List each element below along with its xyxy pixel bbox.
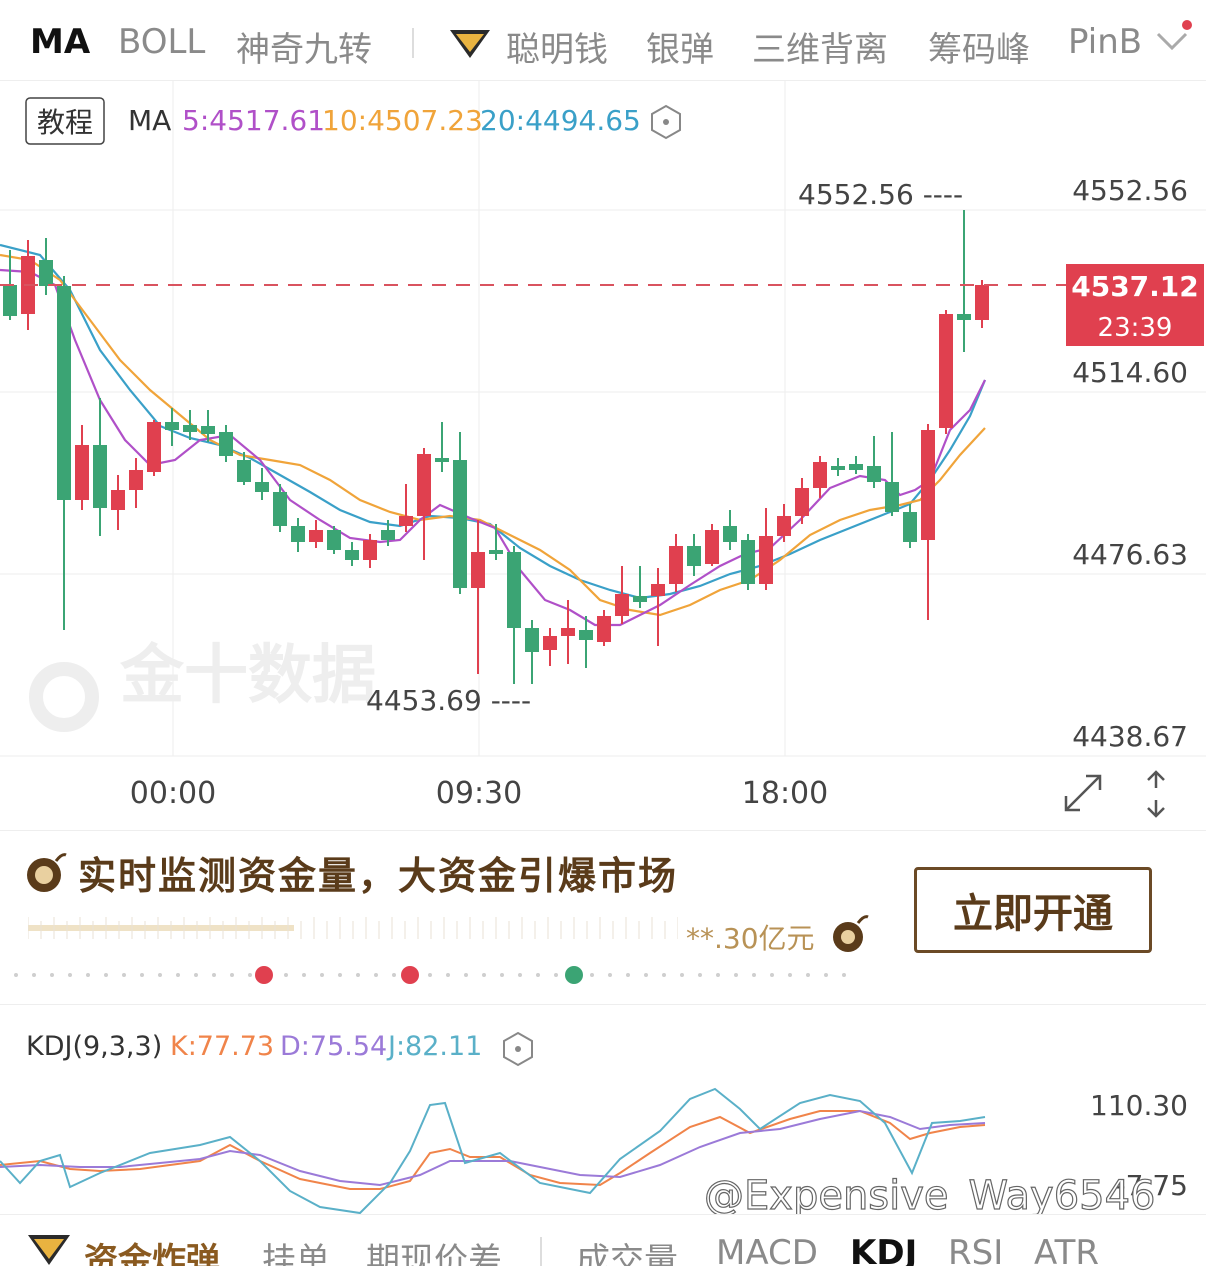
bomb-small-icon <box>833 915 869 952</box>
high-price-marker: 4552.56 ---- <box>798 178 963 211</box>
chevron-down-icon[interactable] <box>1154 30 1190 54</box>
tab-macd[interactable]: MACD <box>716 1233 818 1266</box>
diamond-icon-bottom <box>28 1235 70 1265</box>
tab-boll[interactable]: BOLL <box>118 22 205 62</box>
activate-now-button[interactable]: 立即开通 <box>914 867 1152 953</box>
candlestick-chart[interactable]: 金十数据 教程 MA 5:4517.61 10:4507.23 20:4494.… <box>0 80 1206 760</box>
fund-amount: **.30亿元 <box>686 922 815 955</box>
tab-3d-divergence[interactable]: 三维背离 <box>752 22 888 71</box>
diamond-icon <box>450 30 490 58</box>
bottom-divider <box>540 1237 542 1266</box>
tab-atr[interactable]: ATR <box>1034 1233 1099 1266</box>
time-label-3: 18:00 <box>741 776 829 811</box>
price-label-1: 4552.56 <box>1072 174 1188 207</box>
time-label-2: 09:30 <box>435 776 523 811</box>
user-watermark: @Expensive_Way6546 <box>704 1173 1156 1215</box>
ma20-value: 20:4494.65 <box>480 104 641 137</box>
brand-watermark-icon <box>29 662 99 732</box>
tab-divider <box>412 28 414 58</box>
indicator-tab-bar: MA BOLL 神奇九转 聪明钱 银弹 三维背离 筹码峰 PinB <box>0 0 1206 81</box>
tab-magic-nine[interactable]: 神奇九转 <box>236 22 372 71</box>
countdown-text: 23:39 <box>1098 313 1173 343</box>
kdj-settings-icon[interactable] <box>503 1031 533 1067</box>
chart-watermark: 金十数据 <box>119 639 376 713</box>
price-label-3: 4476.63 <box>1072 538 1188 571</box>
tab-ma[interactable]: MA <box>30 22 90 62</box>
tab-volume[interactable]: 成交量 <box>576 1233 678 1266</box>
tab-chip-peak[interactable]: 筹码峰 <box>928 22 1030 71</box>
time-label-1: 00:00 <box>129 776 217 811</box>
tab-silver-bullet[interactable]: 银弹 <box>646 22 714 71</box>
notification-dot <box>1182 20 1192 30</box>
tab-rsi[interactable]: RSI <box>948 1233 1003 1266</box>
low-price-marker: 4453.69 ---- <box>366 684 531 717</box>
kdj-axis-top: 110.30 <box>1090 1089 1188 1122</box>
tab-basis[interactable]: 期现价差 <box>366 1233 502 1266</box>
price-label-2: 4514.60 <box>1072 356 1188 389</box>
vertical-resize-icon[interactable] <box>1140 768 1172 820</box>
tab-smart-money[interactable]: 聪明钱 <box>506 22 608 71</box>
fund-monitor-banner[interactable]: 实时监测资金量，大资金引爆市场 **.30亿元 立即开通 <box>0 830 1206 1003</box>
ma-label: MA <box>128 104 171 137</box>
fullscreen-icon[interactable] <box>1060 770 1106 816</box>
ma5-value: 5:4517.61 <box>182 104 325 137</box>
settings-hex-icon[interactable] <box>651 104 681 140</box>
signal-dots <box>14 966 846 984</box>
candles <box>3 210 989 684</box>
tab-fund-bomb[interactable]: 资金炸弹 <box>84 1233 220 1266</box>
price-label-4: 4438.67 <box>1072 720 1188 753</box>
kdj-j-value: J:82.11 <box>386 1031 482 1062</box>
bomb-icon <box>27 853 67 892</box>
kdj-d-value: D:75.54 <box>280 1031 387 1062</box>
tab-pinb[interactable]: PinB <box>1068 22 1142 62</box>
kdj-panel[interactable]: KDJ(9,3,3) K:77.73 D:75.54 J:82.11 110.3… <box>0 1004 1206 1215</box>
tutorial-label: 教程 <box>37 106 93 139</box>
kdj-label: KDJ(9,3,3) <box>26 1031 162 1062</box>
tab-kdj[interactable]: KDJ <box>850 1233 917 1266</box>
ma10-value: 10:4507.23 <box>322 104 483 137</box>
kdj-k-value: K:77.73 <box>170 1031 274 1062</box>
current-price-text: 4537.12 <box>1071 270 1199 303</box>
tab-orders[interactable]: 挂单 <box>262 1233 330 1266</box>
fund-gauge <box>28 917 678 939</box>
promo-title: 实时监测资金量，大资金引爆市场 <box>78 854 679 898</box>
time-axis: 00:00 09:30 18:00 <box>0 760 1206 828</box>
bottom-indicator-tabs: 资金炸弹 挂单 期现价差 成交量 MACD KDJ RSI ATR <box>0 1214 1206 1266</box>
